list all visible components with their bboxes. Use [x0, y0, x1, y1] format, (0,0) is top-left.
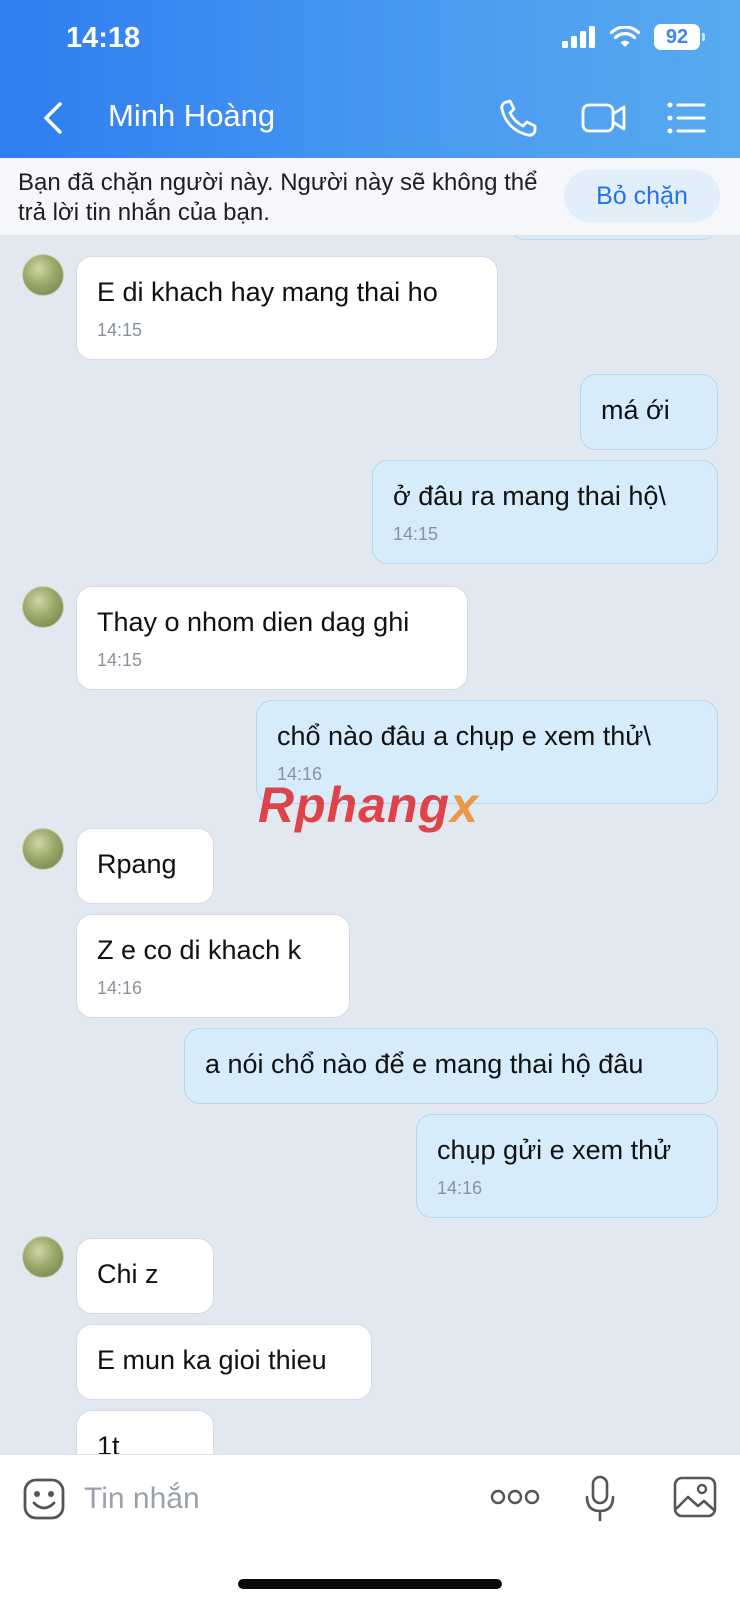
message-time: 14:16 — [437, 1178, 483, 1198]
sticker-icon[interactable] — [22, 1477, 66, 1521]
video-call-icon[interactable] — [580, 96, 628, 140]
previous-message-partial — [510, 236, 716, 240]
blocked-notice-bar: Bạn đã chặn người này. Người này sẽ khôn… — [0, 158, 740, 236]
message-bubble-incoming[interactable]: E di khach hay mang thai ho 14:15 — [76, 256, 498, 360]
message-text: Rpang — [97, 849, 177, 879]
contact-avatar[interactable] — [22, 828, 64, 870]
chat-header: 14:18 92 Minh Hoàng — [0, 0, 740, 158]
watermark-main: Rphang — [258, 777, 451, 833]
message-time: 14:16 — [97, 978, 143, 998]
contact-name[interactable]: Minh Hoàng — [108, 98, 275, 134]
message-bubble-outgoing[interactable]: ở đâu ra mang thai hộ\ 14:15 — [372, 460, 718, 564]
message-text: chụp gửi e xem thử — [437, 1135, 672, 1165]
message-text: ở đâu ra mang thai hộ\ — [393, 481, 666, 511]
message-text: a nói chổ nào để e mang thai hộ đâu — [205, 1049, 644, 1079]
home-indicator — [238, 1579, 502, 1589]
contact-avatar[interactable] — [22, 586, 64, 628]
message-text: E di khach hay mang thai ho — [97, 277, 438, 307]
message-composer — [0, 1454, 740, 1600]
signal-icon — [562, 26, 595, 48]
battery-icon: 92 — [654, 24, 705, 50]
contact-avatar[interactable] — [22, 254, 64, 296]
watermark-accent: x — [450, 777, 479, 833]
message-bubble-outgoing[interactable]: má ới — [580, 374, 718, 450]
message-bubble-outgoing[interactable]: a nói chổ nào để e mang thai hộ đâu — [184, 1028, 718, 1104]
message-time: 14:15 — [97, 320, 143, 340]
message-text: Thay o nhom dien dag ghi — [97, 607, 410, 637]
message-time: 14:15 — [97, 650, 143, 670]
image-gallery-icon[interactable] — [672, 1475, 718, 1519]
battery-level: 92 — [665, 25, 689, 48]
unblock-button[interactable]: Bỏ chặn — [564, 170, 720, 222]
blocked-notice-text: Bạn đã chặn người này. Người này sẽ khôn… — [18, 169, 538, 226]
watermark: Rphangx — [258, 776, 479, 834]
message-bubble-incoming[interactable]: E mun ka gioi thieu — [76, 1324, 372, 1400]
message-text: Chi z — [97, 1259, 159, 1289]
status-indicators: 92 — [562, 24, 705, 50]
message-text: E mun ka gioi thieu — [97, 1345, 327, 1375]
contact-avatar[interactable] — [22, 1236, 64, 1278]
wifi-icon — [610, 26, 640, 47]
message-bubble-outgoing[interactable]: chụp gửi e xem thử 14:16 — [416, 1114, 718, 1218]
back-button[interactable] — [38, 98, 70, 138]
message-bubble-incoming[interactable]: Thay o nhom dien dag ghi 14:15 — [76, 586, 468, 690]
message-bubble-incoming[interactable]: Chi z — [76, 1238, 214, 1314]
message-bubble-incoming[interactable]: 1t — [76, 1410, 214, 1454]
message-text: 1t — [97, 1431, 120, 1454]
status-time: 14:18 — [66, 22, 141, 54]
message-bubble-incoming[interactable]: Rpang — [76, 828, 214, 904]
message-text: Z e co di khach k — [97, 935, 302, 965]
message-list[interactable]: E di khach hay mang thai ho 14:15 má ới … — [0, 236, 740, 1454]
message-input[interactable] — [84, 1477, 464, 1521]
message-time: 14:15 — [393, 524, 439, 544]
message-text: má ới — [601, 395, 670, 425]
message-text: chổ nào đâu a chụp e xem thử\ — [277, 721, 651, 751]
phone-call-icon[interactable] — [496, 96, 544, 140]
menu-list-icon[interactable] — [664, 96, 712, 140]
more-options-icon[interactable] — [490, 1487, 540, 1507]
microphone-icon[interactable] — [584, 1475, 616, 1523]
message-bubble-incoming[interactable]: Z e co di khach k 14:16 — [76, 914, 350, 1018]
